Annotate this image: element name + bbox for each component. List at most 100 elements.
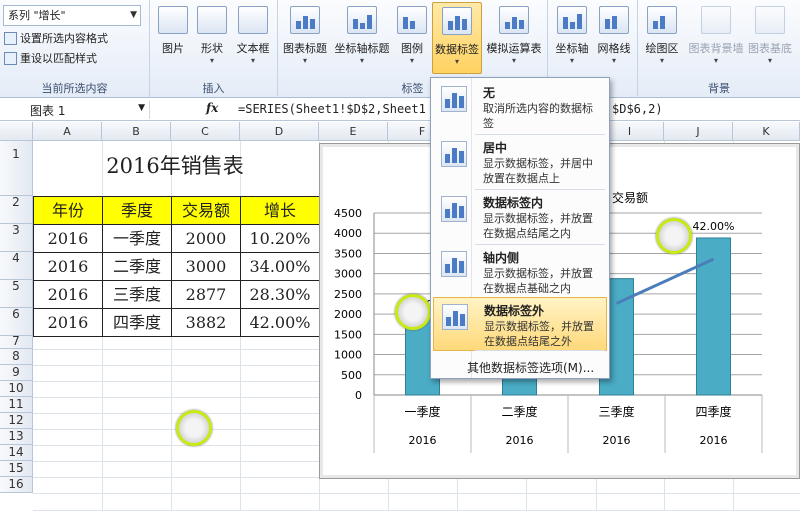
chart-title-button[interactable]: 图表标题 ▾ xyxy=(280,6,330,72)
x-category-label: 二季度 xyxy=(501,404,537,419)
table-header-cell[interactable]: 季度 xyxy=(102,196,172,225)
axis-titles-icon xyxy=(347,6,377,34)
table-header-cell[interactable]: 交易额 xyxy=(171,196,241,225)
plot-area-button[interactable]: 绘图区 ▾ xyxy=(640,6,684,72)
name-box[interactable]: 图表 1 ▼ xyxy=(0,101,150,119)
plot-area-label: 绘图区 xyxy=(645,42,679,55)
row-header-16[interactable]: 16 xyxy=(0,477,33,493)
chevron-down-icon[interactable]: ▼ xyxy=(138,103,145,113)
table-cell[interactable]: 二季度 xyxy=(102,252,172,281)
gridlines-button[interactable]: 网格线 ▾ xyxy=(594,6,634,72)
axis-titles-button[interactable]: 坐标轴标题 ▾ xyxy=(332,6,392,72)
shapes-icon xyxy=(197,6,227,34)
table-cell[interactable]: 28.30% xyxy=(240,280,320,309)
x-category-label: 三季度 xyxy=(598,404,634,419)
data-label-option-icon xyxy=(441,196,467,222)
table-cell[interactable]: 3000 xyxy=(171,252,241,281)
chevron-down-icon: ▾ xyxy=(713,56,718,65)
column-header-B[interactable]: B xyxy=(102,122,171,141)
name-box-value: 图表 1 xyxy=(30,104,66,118)
group-label-current-selection: 当前所选内容 xyxy=(41,82,108,95)
column-header-C[interactable]: C xyxy=(171,122,240,141)
menu-item-data-labels-2[interactable]: 数据标签内 显示数据标签，并放置在数据点结尾之内 xyxy=(433,190,607,244)
table-cell[interactable]: 2016 xyxy=(33,308,103,337)
formula-input-tail[interactable]: $D$6,2) xyxy=(612,102,663,116)
row-header-14[interactable]: 14 xyxy=(0,445,33,461)
picture-button[interactable]: 图片 xyxy=(154,6,192,72)
menu-separator xyxy=(475,350,605,351)
formula-input[interactable]: =SERIES(Sheet1!$D$2,Sheet1 xyxy=(238,102,426,116)
table-header-cell[interactable]: 增长 xyxy=(240,196,320,225)
table-cell[interactable]: 42.00% xyxy=(240,308,320,337)
row-header-13[interactable]: 13 xyxy=(0,429,33,445)
row-header-8[interactable]: 8 xyxy=(0,349,33,365)
reset-style-label: 重设以匹配样式 xyxy=(20,52,97,65)
table-header-cell[interactable]: 年份 xyxy=(33,196,103,225)
row-header-6[interactable]: 6 xyxy=(0,307,33,336)
column-header-K[interactable]: K xyxy=(733,122,800,141)
column-header-D[interactable]: D xyxy=(240,122,319,141)
data-labels-button[interactable]: 数据标签 ▾ xyxy=(432,2,482,74)
row-header-9[interactable]: 9 xyxy=(0,365,33,381)
chart-floor-button[interactable]: 图表基底 ▾ xyxy=(744,6,796,72)
menu-item-data-labels-4[interactable]: 数据标签外 显示数据标签，并放置在数据点结尾之外 xyxy=(433,297,607,351)
touch-marker xyxy=(656,218,692,254)
chart-wall-button[interactable]: 图表背景墙 ▾ xyxy=(688,6,744,72)
more-data-label-options[interactable]: 其他数据标签选项(M)... xyxy=(467,359,594,376)
legend-icon xyxy=(397,6,427,34)
table-cell[interactable]: 2877 xyxy=(171,280,241,309)
menu-item-title: 数据标签外 xyxy=(484,304,545,318)
data-labels-icon xyxy=(442,7,472,35)
axes-button[interactable]: 坐标轴 ▾ xyxy=(552,6,592,72)
group-background: 绘图区 ▾ 图表背景墙 ▾ 图表基底 ▾ 背景 xyxy=(638,0,800,98)
table-cell[interactable]: 10.20% xyxy=(240,224,320,253)
y-tick-label: 3000 xyxy=(334,268,362,281)
table-cell[interactable]: 四季度 xyxy=(102,308,172,337)
data-label-option-icon xyxy=(441,251,467,277)
chevron-down-icon[interactable]: ▼ xyxy=(130,8,137,22)
shapes-button[interactable]: 形状 ▾ xyxy=(194,6,230,72)
reset-style-button[interactable]: 重设以匹配样式 xyxy=(4,49,97,67)
chart-elements-select[interactable]: 系列 "增长" ▼ xyxy=(3,5,141,26)
menu-item-data-labels-3[interactable]: 轴内侧 显示数据标签，并放置在数据点基础之内 xyxy=(433,245,607,299)
table-cell[interactable]: 2016 xyxy=(33,280,103,309)
column-header-J[interactable]: J xyxy=(664,122,733,141)
chevron-down-icon: ▾ xyxy=(659,56,664,65)
function-icon[interactable]: fx xyxy=(206,101,218,115)
data-table-button[interactable]: 模拟运算表 ▾ xyxy=(484,6,544,72)
table-cell[interactable]: 2016 xyxy=(33,252,103,281)
text-box-button[interactable]: 文本框 ▾ xyxy=(232,6,274,72)
touch-marker xyxy=(395,294,431,330)
row-header-10[interactable]: 10 xyxy=(0,381,33,397)
format-icon xyxy=(4,31,17,45)
group-insert: 图片 形状 ▾ 文本框 ▾ 插入 xyxy=(150,0,278,98)
gridlines-icon xyxy=(599,6,629,34)
menu-item-data-labels-0[interactable]: 无取消所选内容的数据标签 xyxy=(433,80,607,134)
table-cell[interactable]: 2000 xyxy=(171,224,241,253)
legend-button[interactable]: 图例 ▾ xyxy=(394,6,430,72)
table-cell[interactable]: 34.00% xyxy=(240,252,320,281)
picture-icon xyxy=(158,6,188,34)
format-selection-button[interactable]: 设置所选内容格式 xyxy=(4,29,108,47)
table-cell[interactable]: 一季度 xyxy=(102,224,172,253)
data-table-label: 模拟运算表 xyxy=(486,42,542,55)
data-labels-label: 数据标签 xyxy=(435,43,479,56)
column-header-E[interactable]: E xyxy=(319,122,388,141)
table-cell[interactable]: 3882 xyxy=(171,308,241,337)
grid-line xyxy=(33,493,800,494)
row-header-12[interactable]: 12 xyxy=(0,413,33,429)
data-labels-menu: 无取消所选内容的数据标签 居中 显示数据标签，并居中放置在数据点上 数据标签内 显示数据… xyxy=(430,77,610,379)
chart-elements-select-value: 系列 "增长" xyxy=(8,9,66,22)
x-group-label: 2016 xyxy=(409,434,437,447)
row-header-11[interactable]: 11 xyxy=(0,397,33,413)
format-selection-label: 设置所选内容格式 xyxy=(20,32,108,45)
row-header-15[interactable]: 15 xyxy=(0,461,33,477)
table-cell[interactable]: 三季度 xyxy=(102,280,172,309)
table-cell[interactable]: 2016 xyxy=(33,224,103,253)
menu-item-data-labels-1[interactable]: 居中 显示数据标签，并居中放置在数据点上 xyxy=(433,135,607,189)
chart-floor-label: 图表基底 xyxy=(748,42,792,55)
menu-item-description: 显示数据标签，并居中放置在数据点上 xyxy=(483,157,593,185)
column-header-A[interactable]: A xyxy=(33,122,102,141)
x-group-label: 2016 xyxy=(506,434,534,447)
text-box-label: 文本框 xyxy=(236,42,270,55)
